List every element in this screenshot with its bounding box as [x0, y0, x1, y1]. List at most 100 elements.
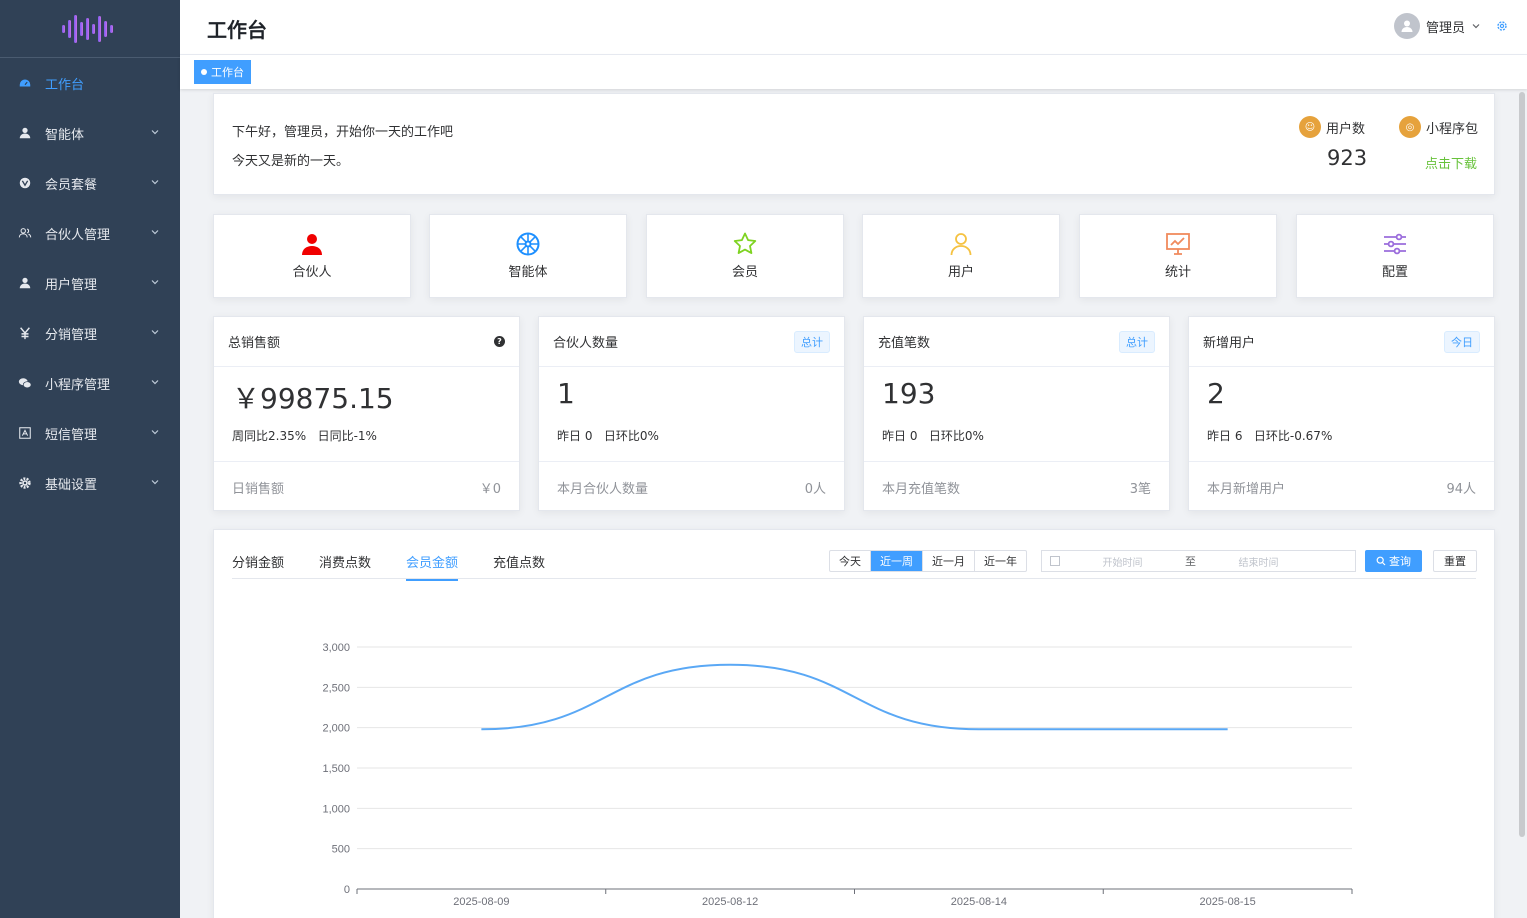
stat-footer: 本月新增用户 94人 — [1189, 461, 1494, 512]
page-scrollbar[interactable] — [1519, 92, 1525, 837]
soundwave-logo-icon — [62, 14, 113, 43]
download-link[interactable]: 点击下载 — [1425, 153, 1477, 172]
partner-icon — [299, 231, 325, 257]
tag-workbench[interactable]: 工作台 — [194, 60, 251, 84]
stat-footer-value: 94人 — [1446, 481, 1476, 497]
chevron-down-icon[interactable] — [150, 177, 160, 187]
chart-card: 分销金额 消费点数 会员金额 充值点数 今天 近一周 近一月 近一年 开始时间 至 结束时间… — [213, 529, 1495, 918]
stat-footer-value: ￥0 — [479, 481, 501, 497]
greeting-text: 下午好，管理员，开始你一天的工作吧 — [232, 125, 454, 140]
message-icon — [18, 426, 32, 440]
user-icon — [18, 276, 32, 290]
miniapp-label-text: 小程序包 — [1426, 121, 1479, 137]
sidebar-item-2[interactable]: 会员套餐 — [0, 158, 180, 208]
x-tick-label: 2025-08-15 — [1199, 896, 1255, 908]
star-icon — [732, 231, 758, 257]
sidebar-item-3[interactable]: 合伙人管理 — [0, 208, 180, 258]
user-count-label-text: 用户数 — [1326, 121, 1366, 137]
vip-icon — [18, 176, 32, 190]
quick-nav-1[interactable]: 智能体 — [429, 214, 627, 298]
app-logo[interactable] — [0, 0, 180, 58]
x-tick-label: 2025-08-14 — [951, 896, 1007, 908]
wheel-icon — [515, 231, 541, 257]
stat-footer: 日销售额 ￥0 — [214, 461, 519, 512]
chevron-down-icon[interactable] — [150, 477, 160, 487]
stat-header: 合伙人数量 总计 — [539, 317, 844, 367]
user-count-value: 923 — [1327, 146, 1368, 170]
help-icon[interactable]: ? — [494, 336, 505, 347]
stat-comparison: 昨日 0 日环比0% — [882, 429, 984, 443]
quick-nav-label: 配置 — [1381, 265, 1408, 280]
stat-badge: 总计 — [794, 330, 830, 353]
sidebar-item-6[interactable]: 小程序管理 — [0, 358, 180, 408]
sidebar-item-0[interactable]: 工作台 — [0, 58, 180, 108]
stat-comparison: 昨日 6 日环比-0.67% — [1207, 429, 1333, 443]
stat-comparison: 周同比2.35% 日同比-1% — [232, 429, 377, 443]
stat-card-1: 合伙人数量 总计 1 昨日 0 日环比0% 本月合伙人数量 0人 — [538, 316, 845, 511]
quick-nav-3[interactable]: 用户 — [862, 214, 1060, 298]
sidebar-item-7[interactable]: 短信管理 — [0, 408, 180, 458]
sidebar-item-5[interactable]: 分销管理 — [0, 308, 180, 358]
stat-title: 充值笔数 — [878, 336, 931, 351]
sidebar: 工作台 智能体 会员套餐 合伙人管理 用户管理 分销管理 小程序管理 短信管理 … — [0, 0, 180, 918]
settings-gear-icon[interactable] — [1495, 19, 1509, 33]
sidebar-item-label: 工作台 — [45, 77, 85, 93]
series-line — [481, 663, 1228, 731]
tags-view-bar: 工作台 — [180, 55, 1527, 89]
user-name[interactable]: 管理员 — [1426, 17, 1465, 36]
chevron-down-icon[interactable] — [150, 377, 160, 387]
y-tick-label: 2,000 — [322, 723, 350, 735]
chevron-down-icon[interactable] — [150, 327, 160, 337]
sidebar-item-1[interactable]: 智能体 — [0, 108, 180, 158]
user-outline-icon — [948, 231, 974, 257]
quick-nav-5[interactable]: 配置 — [1296, 214, 1494, 298]
chevron-down-icon[interactable] — [1471, 21, 1481, 31]
quick-nav-label: 会员 — [731, 265, 758, 280]
quick-nav-4[interactable]: 统计 — [1079, 214, 1277, 298]
sidebar-item-4[interactable]: 用户管理 — [0, 258, 180, 308]
sidebar-item-label: 用户管理 — [45, 277, 98, 293]
stat-header: 充值笔数 总计 — [864, 317, 1169, 367]
stat-badge: 总计 — [1119, 330, 1155, 353]
stat-footer-label: 本月新增用户 — [1207, 481, 1286, 497]
wechat-icon — [18, 376, 32, 390]
gear-icon — [18, 476, 32, 490]
tag-active-dot — [201, 69, 207, 75]
chart-board-icon — [1165, 231, 1191, 257]
stat-comparison: 昨日 0 日环比0% — [557, 429, 659, 443]
stat-footer-label: 本月充值笔数 — [882, 481, 961, 497]
sidebar-item-label: 会员套餐 — [45, 177, 98, 193]
stat-value: ￥99875.15 — [232, 382, 394, 415]
greeting-subtitle: 今天又是新的一天。 — [232, 154, 350, 169]
avatar-user-icon — [1401, 20, 1413, 32]
miniapp-package-icon: ◎ — [1399, 116, 1421, 138]
stat-card-3: 新增用户 今日 2 昨日 6 日环比-0.67% 本月新增用户 94人 — [1188, 316, 1495, 511]
stat-footer-label: 日销售额 — [232, 481, 285, 497]
x-tick-label: 2025-08-12 — [702, 896, 758, 908]
stat-title: 总销售额 — [228, 336, 281, 351]
y-tick-label: 3,000 — [322, 642, 350, 654]
stat-footer-label: 本月合伙人数量 — [557, 481, 649, 497]
stat-title: 合伙人数量 — [553, 336, 619, 351]
chevron-down-icon[interactable] — [150, 427, 160, 437]
stat-footer-value: 0人 — [804, 481, 826, 497]
user-menu[interactable]: 管理员 — [1393, 13, 1509, 39]
partner-icon — [18, 226, 32, 240]
quick-nav-0[interactable]: 合伙人 — [213, 214, 411, 298]
user-count-icon: ☺ — [1299, 116, 1321, 138]
sidebar-item-label: 小程序管理 — [45, 377, 111, 393]
sidebar-item-label: 合伙人管理 — [45, 227, 111, 243]
stat-value: 1 — [557, 377, 575, 410]
chevron-down-icon[interactable] — [150, 127, 160, 137]
chevron-down-icon[interactable] — [150, 227, 160, 237]
chevron-down-icon[interactable] — [150, 277, 160, 287]
x-tick-label: 2025-08-09 — [453, 896, 509, 908]
quick-nav-label: 合伙人 — [292, 265, 332, 280]
avatar[interactable] — [1393, 13, 1420, 39]
sidebar-item-label: 智能体 — [45, 127, 85, 143]
quick-nav-label: 智能体 — [508, 265, 548, 280]
stat-card-2: 充值笔数 总计 193 昨日 0 日环比0% 本月充值笔数 3笔 — [863, 316, 1170, 511]
stat-badge: 今日 — [1444, 330, 1480, 353]
quick-nav-2[interactable]: 会员 — [646, 214, 844, 298]
sidebar-item-8[interactable]: 基础设置 — [0, 458, 180, 508]
